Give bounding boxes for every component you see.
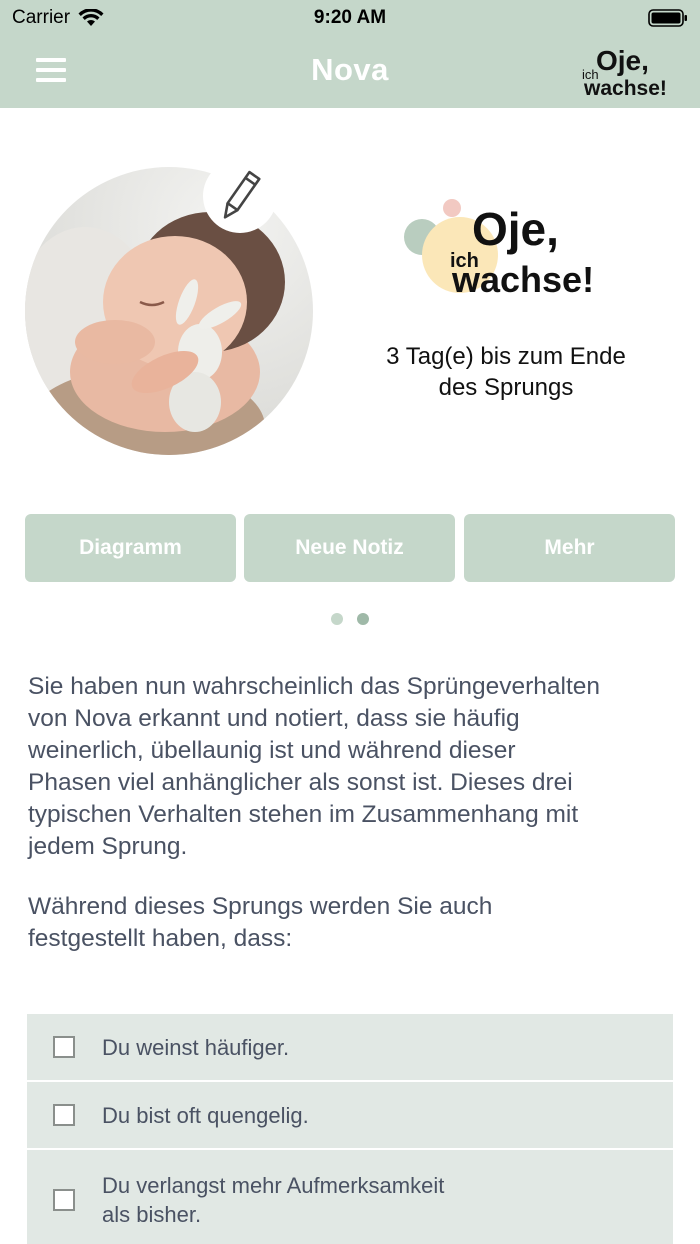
checklist-intro-line: Während dieses Sprungs werden Sie auch	[28, 893, 493, 920]
checklist-item-label: Du weinst häufiger.	[102, 1034, 290, 1060]
nav-logo-wachse: wachse!	[583, 77, 667, 100]
intro-line: typischen Verhalten stehen im Zusammenha…	[28, 801, 579, 828]
intro-line: von Nova erkannt und notiert, dass sie h…	[28, 705, 520, 732]
checklist-item-label: Du verlangst mehr Aufmerksamkeit als bis…	[102, 1171, 444, 1229]
intro-line: jedem Sprung.	[28, 833, 188, 860]
intro-line: weinerlich, übellaunig ist und während d…	[28, 737, 516, 764]
diagram-button[interactable]: Diagramm	[25, 514, 236, 582]
checklist-item[interactable]: Du verlangst mehr Aufmerksamkeit als bis…	[27, 1150, 673, 1244]
checklist-item[interactable]: Du bist oft quengelig.	[27, 1082, 673, 1148]
checkbox[interactable]	[53, 1104, 75, 1126]
action-buttons: Diagramm Neue Notiz Mehr	[25, 514, 675, 582]
logo-oje: Oje,	[472, 203, 559, 255]
intro-line: Sie haben nun wahrscheinlich das Sprünge…	[28, 673, 601, 700]
pencil-icon	[223, 170, 261, 219]
baby-avatar[interactable]	[25, 159, 313, 455]
logo-wachse: wachse!	[451, 259, 594, 300]
status-bar: Carrier 9:20 AM	[0, 0, 700, 36]
checklist-intro: Während dieses Sprungs werden Sie auch f…	[28, 891, 678, 955]
intro-line: Phasen viel anhänglicher als sonst ist. …	[28, 769, 573, 796]
leap-countdown-line2: des Sprungs	[438, 374, 574, 401]
nav-logo-oje: Oje,	[596, 45, 649, 76]
page-indicator[interactable]	[0, 613, 700, 625]
checkbox[interactable]	[53, 1036, 75, 1058]
checklist-item[interactable]: Du weinst häufiger.	[27, 1014, 673, 1080]
checklist-intro-line: festgestellt haben, dass:	[28, 925, 293, 952]
intro-paragraph: Sie haben nun wahrscheinlich das Sprünge…	[28, 671, 678, 863]
leap-countdown: 3 Tag(e) bis zum Ende des Sprungs	[356, 341, 656, 403]
clock: 9:20 AM	[313, 7, 387, 28]
checklist-item-label-line: Du verlangst mehr Aufmerksamkeit	[102, 1173, 445, 1198]
navigation-bar: Nova Oje, ich wachse!	[0, 36, 700, 108]
edit-photo-button[interactable]	[203, 159, 277, 233]
leap-countdown-line1: 3 Tag(e) bis zum Ende	[386, 343, 626, 370]
page-dot-active[interactable]	[357, 613, 369, 625]
checklist-item-label-line: als bisher.	[102, 1202, 202, 1227]
more-button[interactable]: Mehr	[464, 514, 675, 582]
checklist-item-label: Du bist oft quengelig.	[102, 1102, 309, 1128]
checkbox[interactable]	[53, 1189, 75, 1211]
new-note-button[interactable]: Neue Notiz	[244, 514, 455, 582]
battery-icon	[648, 9, 687, 27]
brand-logo: Oje, ich wachse!	[404, 199, 594, 300]
behavior-checklist: Du weinst häufiger. Du bist oft quengeli…	[27, 1014, 673, 1244]
brand-logo-small[interactable]: Oje, ich wachse!	[580, 42, 672, 100]
page-dot[interactable]	[331, 613, 343, 625]
